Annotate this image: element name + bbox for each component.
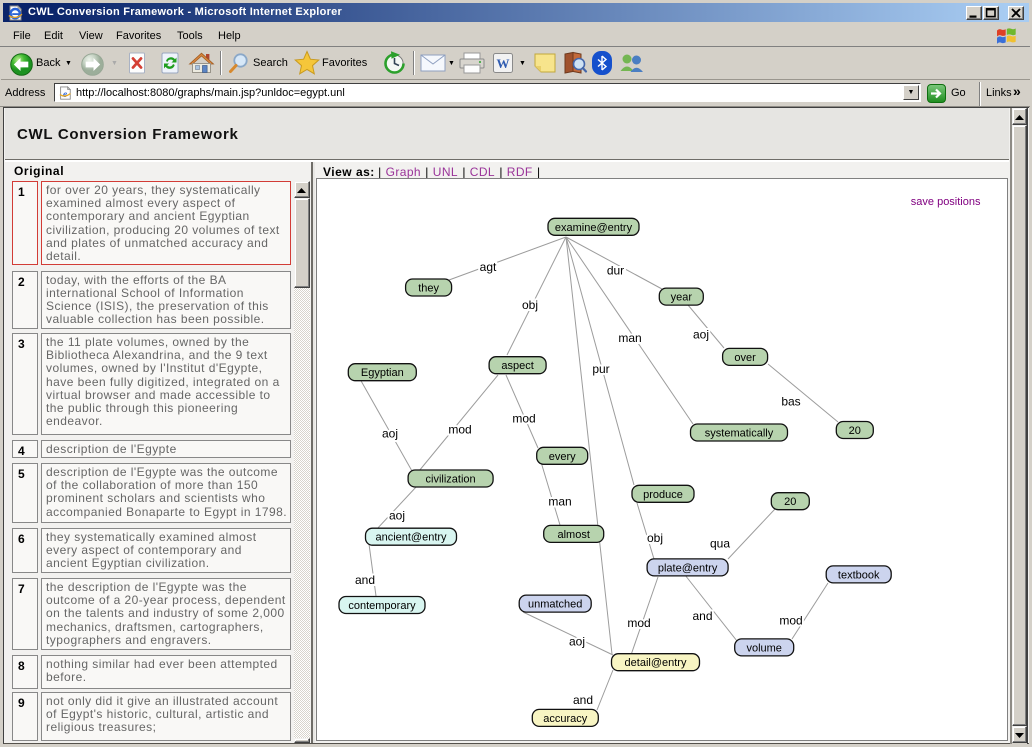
svg-text:mod: mod bbox=[512, 412, 535, 426]
svg-text:mod: mod bbox=[779, 614, 802, 628]
svg-text:contemporary: contemporary bbox=[348, 600, 416, 612]
svg-text:plate@entry: plate@entry bbox=[657, 562, 717, 574]
svg-text:aoj: aoj bbox=[568, 635, 584, 649]
svg-text:systematically: systematically bbox=[704, 428, 773, 440]
svg-text:and: and bbox=[354, 573, 374, 587]
svg-text:aoj: aoj bbox=[692, 328, 708, 342]
svg-text:they: they bbox=[418, 283, 439, 295]
svg-text:e: e bbox=[63, 89, 68, 100]
svg-text:obj: obj bbox=[646, 531, 662, 545]
svg-text:and: and bbox=[692, 609, 712, 623]
svg-text:man: man bbox=[548, 495, 571, 509]
svg-text:volume: volume bbox=[746, 642, 781, 654]
svg-text:aoj: aoj bbox=[388, 509, 404, 523]
svg-text:accuracy: accuracy bbox=[543, 713, 588, 725]
svg-text:mod: mod bbox=[627, 616, 650, 630]
svg-text:dur: dur bbox=[606, 264, 623, 278]
svg-text:aoj: aoj bbox=[381, 427, 397, 441]
svg-text:W: W bbox=[497, 56, 510, 71]
svg-text:and: and bbox=[572, 693, 592, 707]
svg-text:pur: pur bbox=[592, 362, 609, 376]
svg-text:qua: qua bbox=[709, 537, 729, 551]
svg-text:man: man bbox=[618, 331, 641, 345]
svg-text:bas: bas bbox=[781, 395, 800, 409]
svg-text:obj: obj bbox=[521, 298, 537, 312]
svg-text:20: 20 bbox=[784, 496, 796, 508]
svg-text:detail@entry: detail@entry bbox=[624, 657, 686, 669]
svg-text:over: over bbox=[734, 352, 756, 364]
svg-text:textbook: textbook bbox=[837, 569, 879, 581]
svg-text:aspect: aspect bbox=[501, 360, 533, 372]
svg-text:examine@entry: examine@entry bbox=[554, 222, 632, 234]
svg-text:produce: produce bbox=[643, 489, 683, 501]
svg-text:ancient@entry: ancient@entry bbox=[375, 532, 447, 544]
svg-text:unmatched: unmatched bbox=[527, 599, 581, 611]
svg-text:civilization: civilization bbox=[425, 474, 475, 486]
svg-text:Egyptian: Egyptian bbox=[360, 367, 403, 379]
svg-text:agt: agt bbox=[479, 260, 496, 274]
svg-text:year: year bbox=[670, 292, 692, 304]
svg-text:every: every bbox=[548, 451, 575, 463]
svg-text:almost: almost bbox=[557, 529, 589, 541]
svg-text:20: 20 bbox=[848, 425, 860, 437]
svg-text:mod: mod bbox=[448, 423, 471, 437]
